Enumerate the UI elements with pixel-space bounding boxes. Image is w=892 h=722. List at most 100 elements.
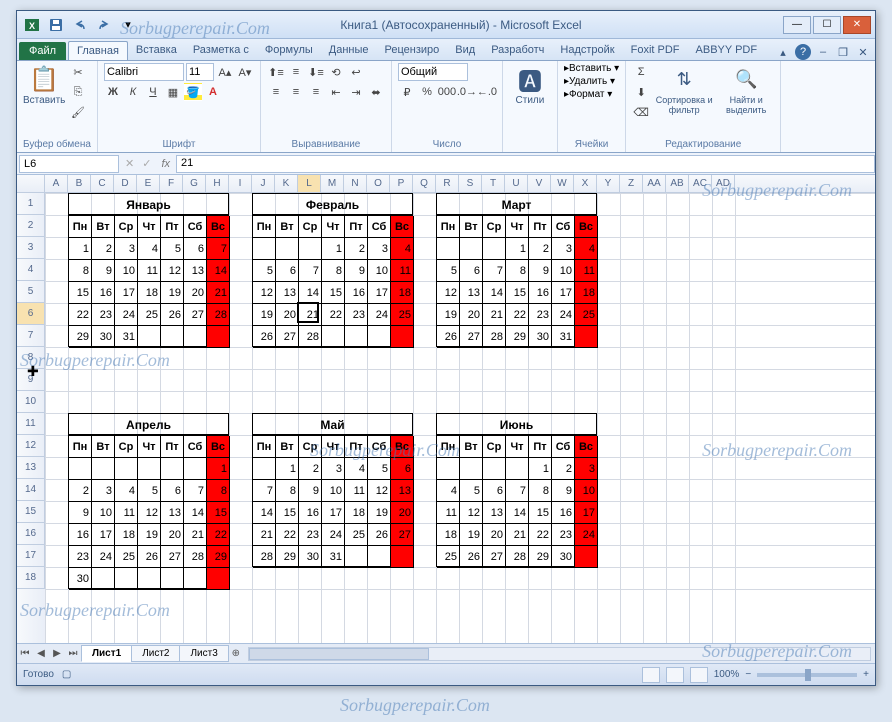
sheet-tab-2[interactable]: Лист3 — [179, 645, 228, 662]
day-cell[interactable] — [115, 458, 138, 480]
border-button[interactable]: ▦ — [164, 83, 182, 101]
col-header-G[interactable]: G — [183, 175, 206, 192]
col-header-U[interactable]: U — [505, 175, 528, 192]
help-icon[interactable]: ? — [795, 44, 811, 60]
day-cell[interactable]: 7 — [253, 480, 276, 502]
day-cell[interactable]: 23 — [69, 546, 92, 568]
day-cell[interactable]: 15 — [276, 502, 299, 524]
row-header-6[interactable]: 6 — [17, 303, 45, 325]
day-cell[interactable]: 4 — [345, 458, 368, 480]
day-cell[interactable] — [138, 458, 161, 480]
day-cell[interactable]: 9 — [69, 502, 92, 524]
day-cell[interactable]: 21 — [207, 282, 230, 304]
shrink-font-icon[interactable]: A▾ — [236, 63, 254, 81]
day-cell[interactable]: 28 — [299, 326, 322, 348]
day-cell[interactable]: 19 — [138, 524, 161, 546]
col-header-N[interactable]: N — [344, 175, 367, 192]
day-cell[interactable]: 30 — [552, 546, 575, 568]
day-cell[interactable]: 11 — [437, 502, 460, 524]
col-header-K[interactable]: K — [275, 175, 298, 192]
day-cell[interactable] — [69, 458, 92, 480]
day-cell[interactable]: 12 — [161, 260, 184, 282]
ribbon-tab-1[interactable]: Вставка — [128, 41, 185, 60]
day-cell[interactable]: 20 — [483, 524, 506, 546]
ribbon-tab-9[interactable]: Foxit PDF — [623, 41, 688, 60]
day-cell[interactable]: 31 — [322, 546, 345, 568]
delete-cells-button[interactable]: ▸Удалить ▾ — [564, 76, 619, 87]
day-cell[interactable]: 10 — [552, 260, 575, 282]
align-left-icon[interactable]: ≡ — [267, 83, 285, 101]
day-cell[interactable]: 29 — [529, 546, 552, 568]
minimize-ribbon-icon[interactable]: ▴ — [775, 44, 791, 60]
minimize-button[interactable]: — — [783, 16, 811, 34]
day-cell[interactable]: 16 — [299, 502, 322, 524]
day-cell[interactable]: 14 — [483, 282, 506, 304]
row-header-17[interactable]: 17 — [17, 545, 45, 567]
day-cell[interactable]: 12 — [460, 502, 483, 524]
cancel-formula-icon[interactable]: ✕ — [121, 157, 138, 170]
day-cell[interactable] — [322, 326, 345, 348]
col-header-D[interactable]: D — [114, 175, 137, 192]
day-cell[interactable]: 5 — [368, 458, 391, 480]
col-header-Z[interactable]: Z — [620, 175, 643, 192]
day-cell[interactable]: 19 — [253, 304, 276, 326]
row-header-15[interactable]: 15 — [17, 501, 45, 523]
col-header-AC[interactable]: AC — [689, 175, 712, 192]
day-cell[interactable]: 21 — [506, 524, 529, 546]
day-cell[interactable]: 23 — [345, 304, 368, 326]
day-cell[interactable]: 7 — [207, 238, 230, 260]
day-cell[interactable] — [138, 568, 161, 590]
day-cell[interactable]: 11 — [115, 502, 138, 524]
day-cell[interactable]: 15 — [506, 282, 529, 304]
day-cell[interactable]: 24 — [575, 524, 598, 546]
row-header-5[interactable]: 5 — [17, 281, 45, 303]
day-cell[interactable]: 13 — [184, 260, 207, 282]
day-cell[interactable]: 14 — [184, 502, 207, 524]
row-header-18[interactable]: 18 — [17, 567, 45, 589]
format-cells-button[interactable]: ▸Формат ▾ — [564, 89, 619, 100]
day-cell[interactable]: 1 — [529, 458, 552, 480]
day-cell[interactable]: 3 — [368, 238, 391, 260]
day-cell[interactable]: 4 — [437, 480, 460, 502]
day-cell[interactable]: 18 — [575, 282, 598, 304]
day-cell[interactable]: 5 — [460, 480, 483, 502]
day-cell[interactable] — [184, 326, 207, 348]
day-cell[interactable]: 26 — [368, 524, 391, 546]
day-cell[interactable]: 6 — [391, 458, 414, 480]
col-header-T[interactable]: T — [482, 175, 505, 192]
day-cell[interactable]: 10 — [575, 480, 598, 502]
day-cell[interactable]: 27 — [161, 546, 184, 568]
day-cell[interactable]: 10 — [368, 260, 391, 282]
row-header-13[interactable]: 13 — [17, 457, 45, 479]
autosum-icon[interactable]: Σ — [632, 63, 650, 81]
day-cell[interactable]: 11 — [391, 260, 414, 282]
day-cell[interactable]: 8 — [529, 480, 552, 502]
clear-icon[interactable]: ⌫ — [632, 103, 650, 121]
day-cell[interactable]: 24 — [92, 546, 115, 568]
day-cell[interactable]: 3 — [322, 458, 345, 480]
day-cell[interactable] — [207, 326, 230, 348]
day-cell[interactable]: 17 — [322, 502, 345, 524]
redo-icon[interactable] — [93, 14, 115, 36]
day-cell[interactable] — [161, 458, 184, 480]
day-cell[interactable]: 24 — [322, 524, 345, 546]
col-header-E[interactable]: E — [137, 175, 160, 192]
day-cell[interactable]: 2 — [345, 238, 368, 260]
mdi-minimize-icon[interactable]: – — [815, 44, 831, 60]
macro-record-icon[interactable]: ▢ — [62, 669, 71, 680]
day-cell[interactable]: 24 — [115, 304, 138, 326]
prev-sheet-icon[interactable]: ◀ — [33, 648, 49, 659]
day-cell[interactable]: 18 — [345, 502, 368, 524]
ribbon-tab-10[interactable]: ABBYY PDF — [688, 41, 766, 60]
day-cell[interactable] — [345, 326, 368, 348]
day-cell[interactable]: 12 — [253, 282, 276, 304]
day-cell[interactable]: 18 — [138, 282, 161, 304]
day-cell[interactable]: 20 — [391, 502, 414, 524]
day-cell[interactable]: 16 — [69, 524, 92, 546]
day-cell[interactable]: 21 — [184, 524, 207, 546]
day-cell[interactable]: 2 — [299, 458, 322, 480]
day-cell[interactable]: 27 — [276, 326, 299, 348]
ribbon-tab-8[interactable]: Надстройк — [552, 41, 622, 60]
day-cell[interactable]: 27 — [460, 326, 483, 348]
day-cell[interactable]: 22 — [506, 304, 529, 326]
